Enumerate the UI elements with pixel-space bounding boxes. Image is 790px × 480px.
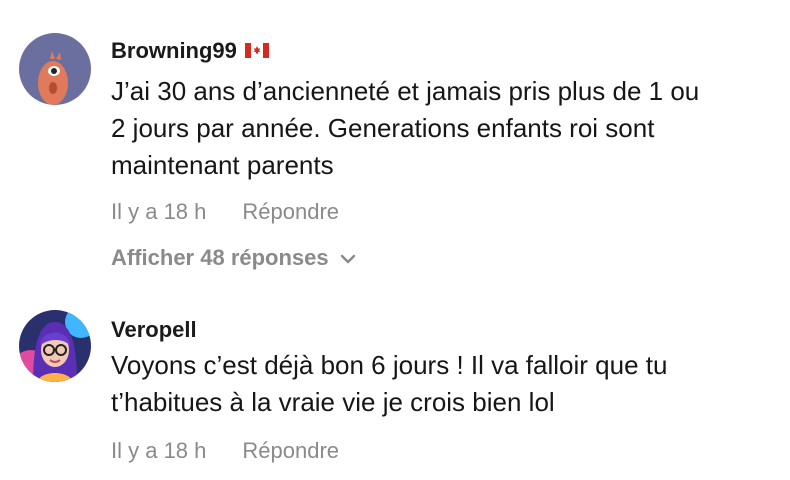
avatar-image [19,33,91,105]
chevron-down-icon [339,245,357,271]
comment-text-line: Voyons c’est déjà bon 6 jours ! Il va fa… [111,350,668,380]
timestamp: Il y a 18 h [111,199,207,224]
avatar-image [19,310,91,382]
avatar[interactable] [19,310,91,382]
timestamp: Il y a 18 h [111,438,207,463]
comment-meta: Il y a 18 h Répondre [111,438,339,464]
view-replies-button[interactable]: Afficher 48 réponses [111,245,357,271]
comment-text: J’ai 30 ans d’ancienneté et jamais pris … [111,73,790,184]
comment-text-line: maintenant parents [111,150,334,180]
comment-meta: Il y a 18 h Répondre [111,199,339,225]
comment-veropell: Veropell Voyons c’est déjà bon 6 jours !… [0,290,790,480]
comment-text-line: 2 jours par année. Generations enfants r… [111,113,655,143]
view-replies-label: Afficher 48 réponses [111,245,329,270]
comment-text-line: t’habitues à la vraie vie je crois bien … [111,387,555,417]
reply-button[interactable]: Répondre [242,199,339,224]
username[interactable]: Browning99 [111,38,237,63]
comment-author[interactable]: Veropell [111,317,197,343]
reply-button[interactable]: Répondre [242,438,339,463]
avatar[interactable] [19,33,91,105]
username[interactable]: Veropell [111,317,197,342]
comment-browning99: Browning99 J’ai 30 ans d’ancienneté et j… [0,0,790,290]
canada-flag-icon [244,38,269,64]
comment-text: Voyons c’est déjà bon 6 jours ! Il va fa… [111,347,790,421]
comment-author[interactable]: Browning99 [111,38,269,64]
comment-text-line: J’ai 30 ans d’ancienneté et jamais pris … [111,76,700,106]
